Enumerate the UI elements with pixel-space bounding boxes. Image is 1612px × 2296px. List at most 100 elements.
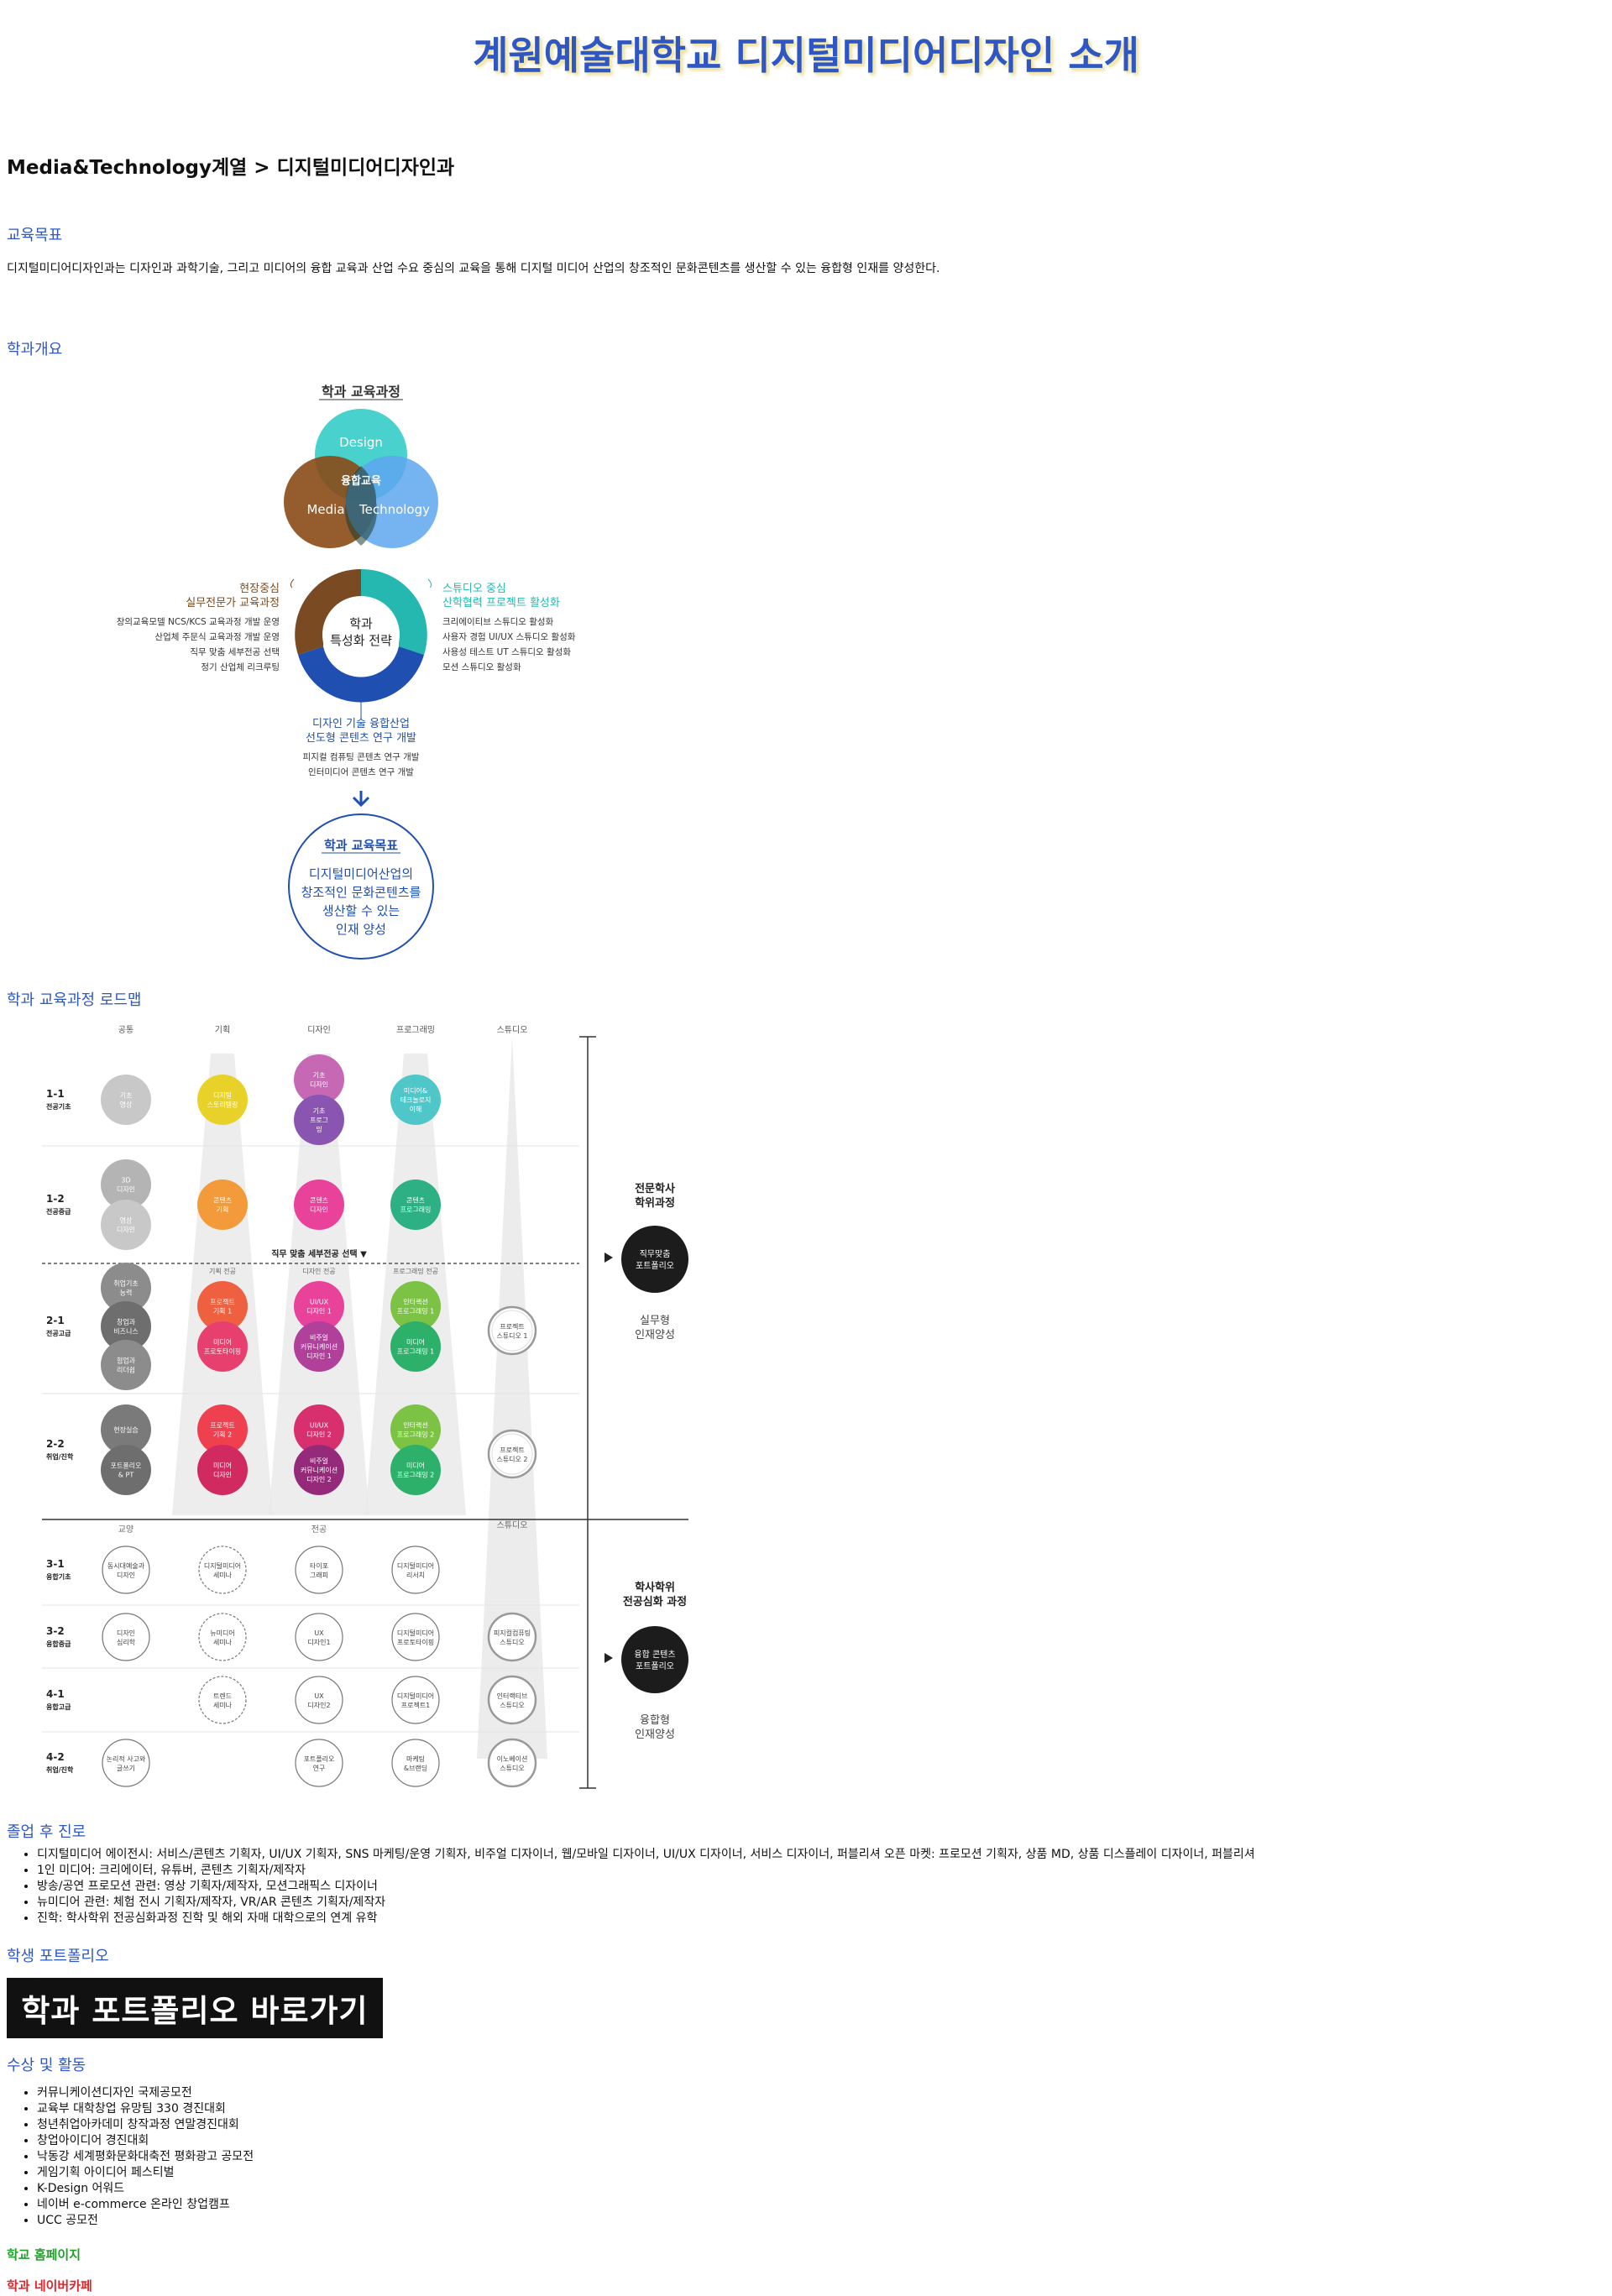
course-label: &브랜딩 <box>404 1764 427 1772</box>
course-circle <box>390 1445 441 1495</box>
course-circle <box>295 1676 343 1724</box>
curriculum-title: 학과 교육과정 <box>322 384 400 400</box>
course-node: 미디어&테크놀로지이해 <box>390 1075 441 1125</box>
course-label: 인터랙션 <box>403 1421 427 1430</box>
course-label: 프로토타이핑 <box>204 1347 241 1356</box>
course-circle <box>101 1445 151 1495</box>
sub-track-label: 기획 전공 <box>209 1267 236 1275</box>
course-label: 취업기초 <box>113 1280 138 1288</box>
degree-title: 학사학위 <box>635 1581 675 1594</box>
row-code: 1-1 <box>46 1088 65 1100</box>
degree-result: 융합형 <box>640 1714 670 1727</box>
list-item: UCC 공모전 <box>37 2213 254 2229</box>
left-item: 창의교육모델 NCS/KCS 교육과정 개발 운영 <box>117 617 280 627</box>
list-item: 뉴미디어 관련: 체험 전시 기획자/제작자, VR/AR 콘텐츠 기획자/제작… <box>37 1895 1255 1911</box>
course-node: 디지털미디어프로토타이핑 <box>391 1613 440 1661</box>
course-label: 디자인 <box>117 1185 135 1194</box>
goal-heading: 교육목표 <box>7 227 63 244</box>
play-icon <box>604 1253 613 1263</box>
course-circle <box>101 1340 151 1390</box>
course-label: 디자인 2 <box>306 1475 332 1483</box>
overview-infographic: 학과 교육과정 Design Media Technology 융합교육 학과 … <box>117 384 576 960</box>
course-circle <box>102 1613 150 1661</box>
right-title-line1: 스튜디오 중심 <box>442 583 506 595</box>
course-label: 피지컬컴퓨팅 <box>494 1629 531 1637</box>
venn-media-label: Media <box>306 502 344 517</box>
course-label: 디자인1 <box>307 1638 330 1646</box>
list-item: 게임기획 아이디어 페스티벌 <box>37 2165 254 2181</box>
goal-circle-title: 학과 교육목표 <box>324 838 398 853</box>
course-node: 콘텐츠디자인 <box>294 1179 344 1230</box>
course-label: 디자인 <box>213 1471 232 1479</box>
course-label: 비즈니스 <box>113 1327 138 1336</box>
course-circle <box>390 1179 441 1230</box>
course-label: 스튜디오 <box>500 1639 524 1646</box>
course-label: UX <box>314 1629 324 1637</box>
course-label: 미디어 <box>406 1462 425 1470</box>
course-node: 이노베이션스튜디오 <box>487 1738 537 1788</box>
course-label: 스튜디오 <box>500 1702 524 1709</box>
venn-center-label: 융합교육 <box>341 474 381 488</box>
row-code: 3-1 <box>46 1558 65 1570</box>
course-label: 프로그래밍 2 <box>397 1430 434 1439</box>
course-label: 리더쉽 <box>117 1366 135 1374</box>
course-label: 디지털미디어 <box>397 1561 434 1570</box>
roadmap-diagram: 공통 기획 디자인 프로그래밍 스튜디오직무 맞춤 세부전공 선택 ▼기획 전공 디자인 … <box>42 1025 688 1789</box>
portfolio-button[interactable]: 학과 포트폴리오 바로가기 <box>7 1978 383 2038</box>
course-circle <box>197 1179 248 1230</box>
row-name: 취업/진학 <box>46 1452 74 1461</box>
course-label: 프로토타이핑 <box>397 1638 434 1646</box>
degree-circle <box>621 1626 688 1693</box>
list-item: 디지털미디어 에이전시: 서비스/콘텐츠 기획자, UI/UX 기획자, SNS… <box>37 1847 1255 1863</box>
course-label: 콘텐츠 <box>213 1196 232 1205</box>
row-name: 융합기초 <box>46 1572 71 1581</box>
left-title-line2: 실무전문가 교육과정 <box>186 597 280 609</box>
naver-cafe-link[interactable]: 학과 네이버카페 <box>7 2277 92 2294</box>
course-label: 그래피 <box>310 1572 328 1579</box>
down-arrow-icon <box>352 791 370 808</box>
left-item: 직무 맞춤 세부전공 선택 <box>190 647 280 657</box>
course-label: 포트폴리오 <box>111 1462 142 1470</box>
course-label: 타이포 <box>310 1561 328 1570</box>
course-node: 피지컬컴퓨팅스튜디오 <box>487 1612 537 1662</box>
course-label: 비주얼 <box>310 1457 328 1465</box>
homepage-link[interactable]: 학교 홈페이지 <box>7 2246 81 2263</box>
course-label: 미디어 <box>213 1338 232 1347</box>
left-connector <box>290 578 295 588</box>
studio-node: 프로젝트스튜디오 1 <box>487 1305 537 1356</box>
goal-line: 생산할 수 있는 <box>322 903 400 918</box>
course-circle <box>391 1613 440 1661</box>
course-label: 현장실습 <box>113 1425 138 1434</box>
course-label: 프로젝트 <box>210 1298 234 1306</box>
course-label: 기획 <box>217 1206 229 1214</box>
course-label: 연구 <box>313 1765 326 1772</box>
row-name: 전공기초 <box>46 1102 71 1111</box>
course-label: 논리적 사고와 <box>107 1755 146 1763</box>
course-circle <box>390 1321 441 1372</box>
course-label: 기초 <box>313 1072 326 1080</box>
course-label: 디지털미디어 <box>397 1692 434 1700</box>
right-title-line2: 산학협력 프로젝트 활성화 <box>442 597 560 609</box>
course-label: 창업과 <box>117 1319 136 1326</box>
row-code: 4-1 <box>46 1688 65 1700</box>
course-label: UX <box>314 1692 324 1700</box>
course-circle <box>101 1200 151 1250</box>
career-heading: 졸업 후 진로 <box>7 1823 86 1841</box>
course-label: 프로그래밍 2 <box>397 1471 434 1479</box>
course-label: 협업과 <box>117 1357 136 1365</box>
column-header: 스튜디오 <box>497 1025 528 1035</box>
course-circle <box>198 1613 247 1661</box>
row-name: 취업/진학 <box>46 1765 74 1774</box>
studio-circle <box>487 1612 537 1662</box>
course-node: 콘텐츠프로그래밍 <box>390 1179 441 1230</box>
course-circle <box>102 1739 150 1787</box>
strategy-center-line1: 학과 <box>349 616 373 631</box>
course-label: 이노베이션 <box>497 1755 528 1763</box>
row-name: 융합중급 <box>46 1640 71 1648</box>
course-circle <box>198 1676 247 1724</box>
course-circle <box>197 1075 248 1125</box>
column-header: 기획 <box>215 1025 230 1035</box>
row-code: 2-2 <box>46 1438 65 1450</box>
degree-result: 인재양성 <box>635 1329 675 1342</box>
course-node: 기초프로그밍 <box>294 1095 344 1145</box>
